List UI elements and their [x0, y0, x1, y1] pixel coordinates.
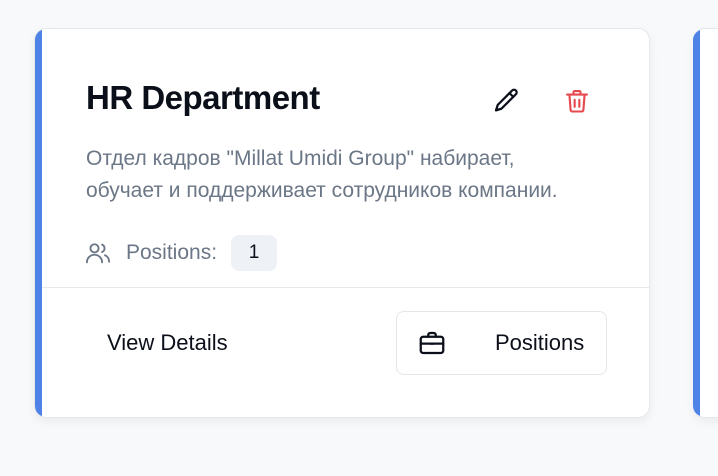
- positions-count-badge: 1: [231, 235, 278, 271]
- card-accent-bar: [35, 29, 42, 417]
- positions-label: Positions:: [126, 241, 218, 264]
- users-icon: [85, 243, 111, 264]
- department-title: HR Department: [86, 79, 320, 116]
- positions-button-label: Positions: [495, 330, 585, 355]
- delete-button[interactable]: [555, 79, 599, 123]
- department-card: HR Department Отдел кадров "Millat Umidi…: [34, 28, 650, 418]
- positions-button[interactable]: Positions: [396, 311, 607, 375]
- positions-summary: Positions: 1: [84, 233, 278, 273]
- briefcase-icon: [419, 331, 445, 355]
- trash-icon: [566, 90, 588, 113]
- next-department-card: [693, 28, 718, 418]
- next-card-accent-bar: [693, 29, 700, 417]
- edit-button[interactable]: [484, 79, 528, 123]
- card-divider: [42, 287, 649, 288]
- pencil-icon: [494, 88, 518, 112]
- department-description: Отдел кадров "Millat Umidi Group" набира…: [86, 147, 558, 202]
- view-details-button[interactable]: View Details: [87, 311, 248, 375]
